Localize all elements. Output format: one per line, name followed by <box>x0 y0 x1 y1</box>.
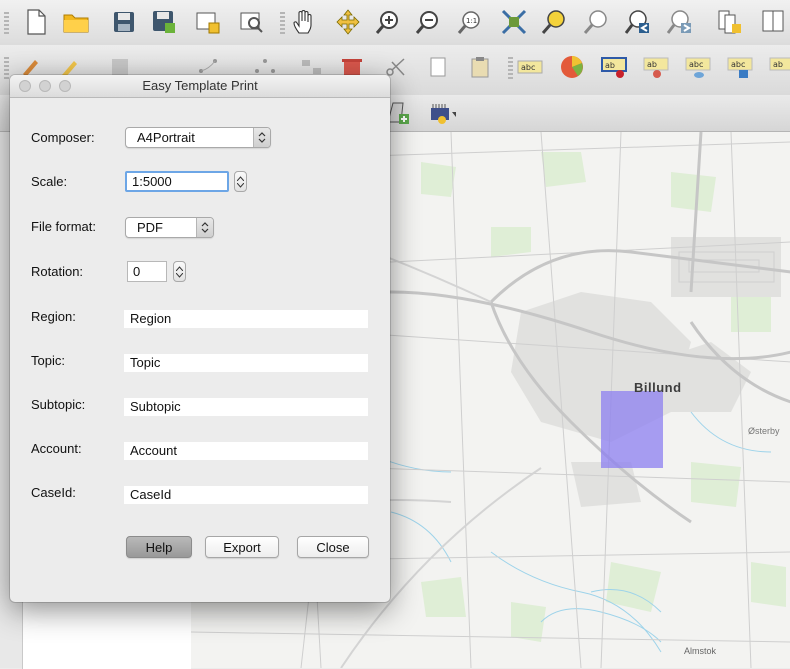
svg-text:abc: abc <box>731 60 745 69</box>
subtopic-input[interactable] <box>124 398 368 416</box>
zoom-next-icon[interactable] <box>666 8 694 36</box>
rotation-input[interactable]: 0 <box>127 261 167 282</box>
zoom-last-icon[interactable] <box>624 8 652 36</box>
updown-arrows-icon <box>253 128 270 147</box>
dialog-titlebar[interactable]: Easy Template Print <box>10 75 390 98</box>
rotation-label: Rotation: <box>31 264 84 279</box>
dialog-title: Easy Template Print <box>142 78 258 93</box>
show-bookmarks-icon[interactable] <box>760 8 788 36</box>
toolbar-grip[interactable] <box>280 12 285 34</box>
toolbar-grip[interactable] <box>4 12 9 34</box>
file-format-select-value: PDF <box>137 220 163 235</box>
region-label: Region: <box>31 309 76 324</box>
caseid-input[interactable] <box>124 486 368 504</box>
pan-icon[interactable] <box>290 8 318 36</box>
svg-text:abc: abc <box>689 60 703 69</box>
layer-labeling-icon[interactable]: ab <box>600 53 628 81</box>
diagram-icon[interactable] <box>558 53 586 81</box>
account-input[interactable] <box>124 442 368 460</box>
map-label-almstok: Almstok <box>684 646 717 656</box>
caseid-label: CaseId: <box>31 485 76 500</box>
topic-input[interactable] <box>124 354 368 372</box>
svg-text:1:1: 1:1 <box>466 17 477 25</box>
zoom-native-icon[interactable]: 1:1 <box>456 8 484 36</box>
region-input[interactable] <box>124 310 368 328</box>
svg-text:ab: ab <box>647 60 657 69</box>
close-button[interactable]: Close <box>297 536 369 558</box>
file-format-label: File format: <box>31 219 97 234</box>
open-project-icon[interactable] <box>62 8 90 36</box>
easy-template-print-dialog: Easy Template Print Composer: A4Portrait… <box>10 75 390 602</box>
show-hide-labels-icon[interactable]: abc <box>684 53 712 81</box>
move-label-icon[interactable]: abc <box>726 53 754 81</box>
pan-to-selection-icon[interactable] <box>334 8 362 36</box>
paste-features-icon[interactable] <box>466 53 494 81</box>
composer-select[interactable]: A4Portrait <box>125 127 271 148</box>
easy-template-print-icon[interactable] <box>428 99 456 127</box>
new-bookmark-icon[interactable] <box>716 8 744 36</box>
scale-stepper[interactable] <box>234 171 247 192</box>
rotation-input-value: 0 <box>133 264 141 279</box>
svg-text:ab: ab <box>773 60 783 69</box>
zoom-full-icon[interactable] <box>500 8 528 36</box>
map-label-osterby: Østerby <box>748 426 780 436</box>
composer-select-value: A4Portrait <box>137 130 195 145</box>
updown-arrows-icon <box>196 218 213 237</box>
account-label: Account: <box>31 441 82 456</box>
subtopic-label: Subtopic: <box>31 397 86 412</box>
copy-features-icon[interactable] <box>424 53 452 81</box>
rotate-label-icon[interactable]: ab <box>766 53 790 81</box>
scale-label: Scale: <box>31 174 68 189</box>
new-composer-icon[interactable] <box>194 8 222 36</box>
topic-label: Topic: <box>31 353 65 368</box>
zoom-out-icon[interactable] <box>414 8 442 36</box>
new-project-icon[interactable] <box>22 8 50 36</box>
toolbar-grip[interactable] <box>4 57 9 79</box>
print-extent-selection[interactable] <box>601 391 663 468</box>
main-toolbar: 1:1 <box>0 0 790 46</box>
composer-manager-icon[interactable] <box>238 8 266 36</box>
rotation-stepper[interactable] <box>173 261 186 282</box>
zoom-to-layer-icon[interactable] <box>582 8 610 36</box>
save-icon[interactable] <box>110 8 138 36</box>
scale-input-value: 1:5000 <box>132 174 172 189</box>
zoom-to-selection-icon[interactable] <box>540 8 568 36</box>
composer-label: Composer: <box>31 130 95 145</box>
export-button[interactable]: Export <box>205 536 279 558</box>
pin-labels-icon[interactable]: ab <box>642 53 670 81</box>
label-icon[interactable]: abc <box>516 53 544 81</box>
save-as-icon[interactable] <box>150 8 178 36</box>
map-label-billund: Billund <box>634 380 682 395</box>
svg-text:ab: ab <box>605 61 615 70</box>
toolbar-grip[interactable] <box>508 57 513 79</box>
zoom-in-icon[interactable] <box>374 8 402 36</box>
scale-input[interactable]: 1:5000 <box>125 171 229 192</box>
layers-list[interactable] <box>22 592 191 669</box>
file-format-select[interactable]: PDF <box>125 217 214 238</box>
svg-text:abc: abc <box>521 63 535 72</box>
help-button[interactable]: Help <box>126 536 192 558</box>
